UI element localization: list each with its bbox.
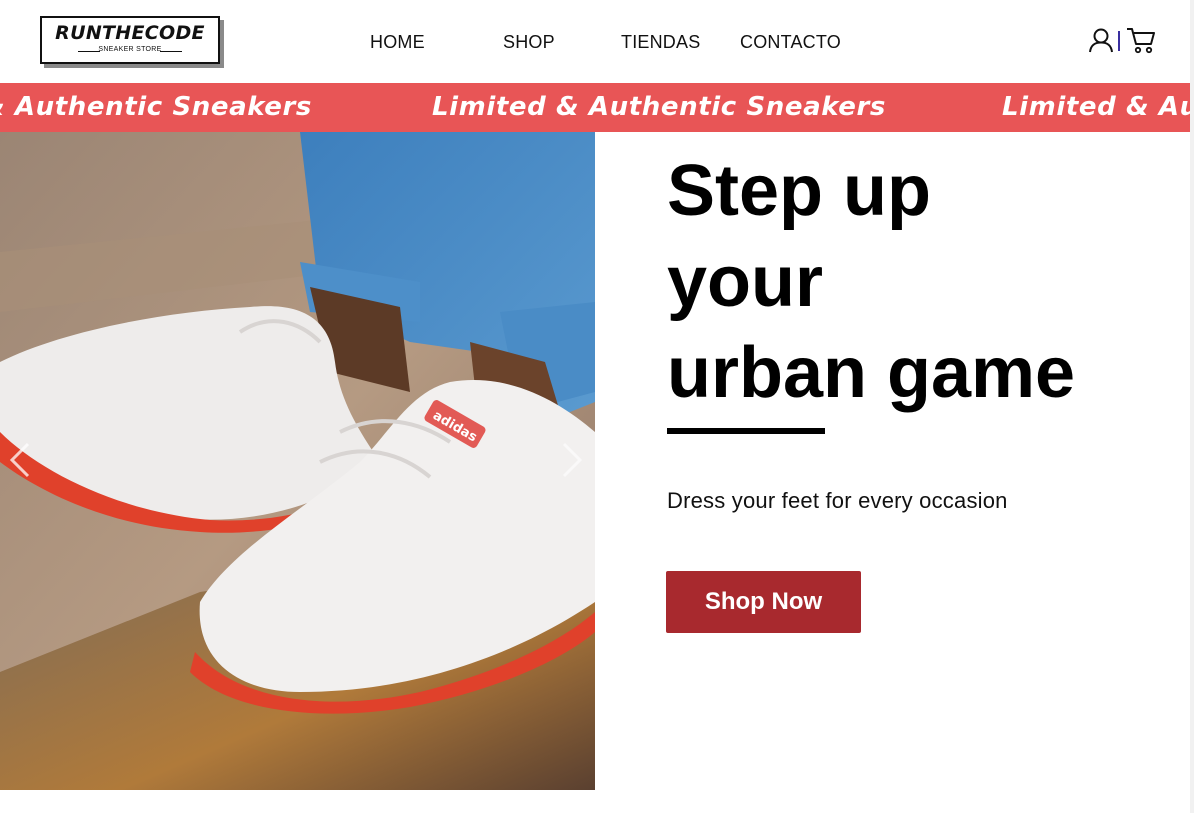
hero-image: adidas — [0, 132, 595, 790]
chevron-right-icon[interactable] — [556, 440, 586, 480]
headline-line: Step up — [667, 151, 931, 231]
marquee-item: Limited & Authentic Sneakers — [432, 92, 886, 122]
headline-line: your — [667, 242, 824, 322]
logo-tagline: SNEAKER STORE — [98, 46, 162, 53]
chevron-left-icon[interactable] — [6, 440, 36, 480]
user-icon[interactable] — [1088, 27, 1114, 53]
marquee-item: Limited & Au — [1002, 92, 1190, 122]
page-scrollbar[interactable] — [1190, 0, 1194, 813]
logo[interactable]: RUNTHECODE SNEAKER STORE — [40, 16, 220, 64]
headline-line: urban game — [667, 333, 1076, 413]
marquee-item: & Authentic Sneakers — [0, 92, 312, 122]
nav-contacto[interactable]: CONTACTO — [740, 32, 841, 53]
logo-divider — [160, 51, 182, 52]
promo-marquee: & Authentic Sneakers Limited & Authentic… — [0, 83, 1190, 132]
site-header: RUNTHECODE SNEAKER STORE HOME SHOP TIEND… — [0, 0, 1194, 83]
hero-headline: Step up your urban game — [667, 146, 1167, 419]
nav-tiendas[interactable]: TIENDAS — [621, 32, 700, 53]
shop-now-button[interactable]: Shop Now — [666, 571, 861, 633]
hero-subtitle: Dress your feet for every occasion — [667, 488, 1008, 513]
nav-shop[interactable]: SHOP — [503, 32, 555, 53]
logo-name: RUNTHECODE — [55, 22, 205, 44]
cart-icon[interactable] — [1126, 26, 1156, 54]
headline-accent-bar — [667, 428, 825, 434]
nav-home[interactable]: HOME — [370, 32, 425, 53]
header-icon-divider — [1118, 31, 1120, 51]
